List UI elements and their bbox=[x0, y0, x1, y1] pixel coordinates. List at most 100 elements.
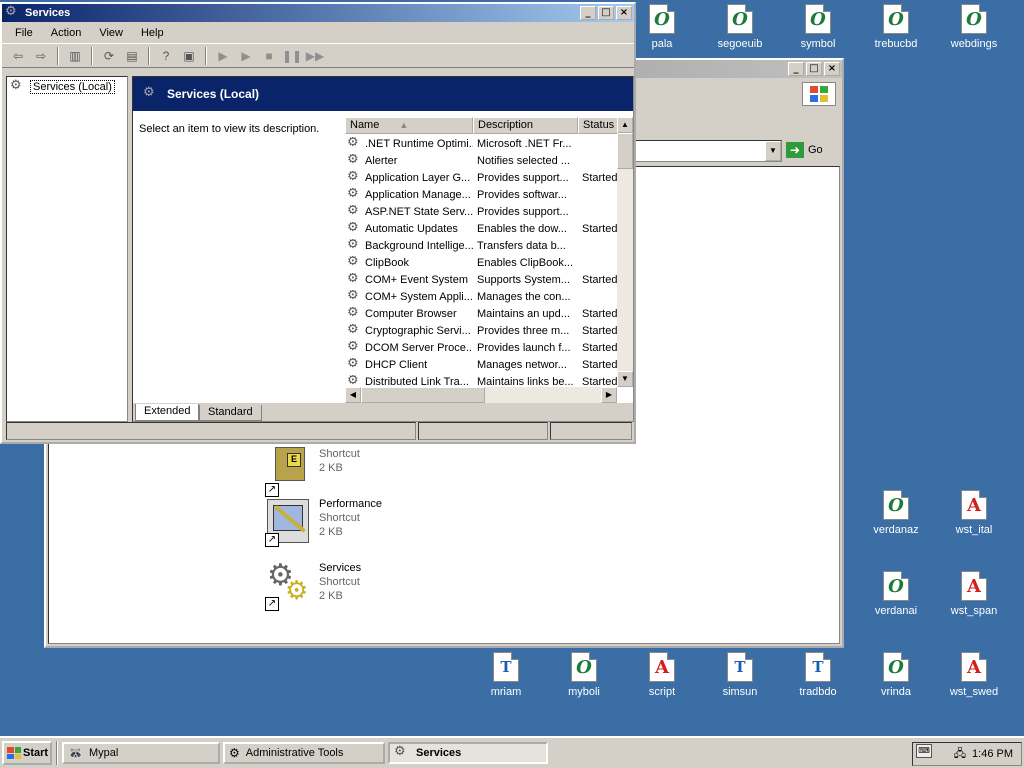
services-gear-icon bbox=[394, 744, 410, 760]
desktop-icon-symbol[interactable]: O symbol bbox=[780, 4, 856, 50]
desktop-icon-verdanaz[interactable]: O verdanaz bbox=[858, 490, 934, 536]
stop-icon[interactable]: ■ bbox=[259, 47, 279, 65]
console-tree[interactable]: Services (Local) bbox=[6, 76, 128, 422]
tree-node-services-local[interactable]: Services (Local) bbox=[10, 78, 124, 94]
service-status: Started bbox=[582, 324, 617, 337]
maximize-button[interactable]: □ bbox=[598, 6, 614, 20]
table-row[interactable]: ClipBook Enables ClipBook... bbox=[345, 254, 617, 271]
table-row[interactable]: COM+ System Appli... Manages the con... bbox=[345, 288, 617, 305]
service-name: Application Manage... bbox=[365, 188, 471, 201]
desktop-icon-wst-span[interactable]: A wst_span bbox=[936, 571, 1012, 617]
desktop-icon-myboli[interactable]: O myboli bbox=[546, 652, 622, 698]
pause-icon[interactable]: ❚❚ bbox=[282, 47, 302, 65]
shortcut-item-performance[interactable]: ↗ Performance Shortcut 2 KB bbox=[265, 497, 382, 547]
service-gear-icon bbox=[347, 188, 363, 202]
desktop-icon-label: wst_span bbox=[950, 605, 998, 617]
sort-ascending-icon: ▲ bbox=[399, 120, 409, 130]
refresh-icon[interactable]: ⟳ bbox=[99, 47, 119, 65]
minimize-button[interactable]: _ bbox=[788, 62, 804, 76]
services-titlebar[interactable]: Services _ □ × bbox=[2, 4, 634, 22]
desktop-icon-wst-ital[interactable]: A wst_ital bbox=[936, 490, 1012, 536]
service-name: Distributed Link Tra... bbox=[365, 375, 469, 388]
shortcut-item-services[interactable]: ⚙ ⚙ ↗ Services Shortcut 2 KB bbox=[265, 561, 361, 611]
maximize-button[interactable]: □ bbox=[806, 62, 822, 76]
scroll-thumb[interactable] bbox=[361, 387, 485, 403]
table-row[interactable]: Application Layer G... Provides support..… bbox=[345, 169, 617, 186]
services-window[interactable]: Services _ □ × File Action View Help ⇦ ⇨… bbox=[0, 2, 636, 444]
service-description: Manages the con... bbox=[477, 290, 571, 303]
table-row[interactable]: Application Manage... Provides softwar... bbox=[345, 186, 617, 203]
table-row[interactable]: Distributed Link Tra... Maintains links b… bbox=[345, 373, 617, 388]
details-pane: Services (Local) Select an item to view … bbox=[132, 76, 634, 422]
service-status: Started bbox=[582, 171, 617, 184]
table-row[interactable]: Cryptographic Servi... Provides three m..… bbox=[345, 322, 617, 339]
services-list[interactable]: Name ▲ Description Status .NET Runtime Op… bbox=[345, 117, 633, 403]
vertical-scrollbar[interactable]: ▲ ▼ bbox=[617, 117, 633, 387]
table-row[interactable]: Background Intellige... Transfers data b.… bbox=[345, 237, 617, 254]
service-description: Provides support... bbox=[477, 205, 569, 218]
chevron-down-icon[interactable]: ▼ bbox=[765, 141, 781, 161]
menu-help[interactable]: Help bbox=[132, 27, 173, 39]
shortcut-item[interactable]: E ↗ Shortcut 2 KB bbox=[265, 447, 360, 497]
play-icon[interactable]: ▶ bbox=[236, 47, 256, 65]
task-services[interactable]: Services bbox=[388, 742, 548, 764]
scroll-up-icon[interactable]: ▲ bbox=[617, 117, 633, 133]
desktop-icon-webdings[interactable]: O webdings bbox=[936, 4, 1012, 50]
table-row[interactable]: DCOM Server Proce... Provides launch f...… bbox=[345, 339, 617, 356]
menu-file[interactable]: File bbox=[6, 27, 42, 39]
desktop-icon-wst-swed[interactable]: A wst_swed bbox=[936, 652, 1012, 698]
desktop-icon-trebucbd[interactable]: O trebucbd bbox=[858, 4, 934, 50]
desktop-icon-verdanai[interactable]: O verdanai bbox=[858, 571, 934, 617]
play-icon[interactable]: ▶ bbox=[213, 47, 233, 65]
task-administrative-tools[interactable]: ⚙ Administrative Tools bbox=[223, 742, 385, 764]
scroll-down-icon[interactable]: ▼ bbox=[617, 371, 633, 387]
table-row[interactable]: Computer Browser Maintains an upd... Start… bbox=[345, 305, 617, 322]
service-description: Supports System... bbox=[477, 273, 570, 286]
scroll-thumb[interactable] bbox=[617, 133, 633, 169]
table-row[interactable]: DHCP Client Manages networ... Started bbox=[345, 356, 617, 373]
status-pane bbox=[6, 422, 416, 440]
clock[interactable]: 1:46 PM bbox=[972, 748, 1013, 760]
column-header-description[interactable]: Description bbox=[473, 117, 578, 134]
help-icon[interactable]: ? bbox=[156, 47, 176, 65]
table-row[interactable]: Alerter Notifies selected ... bbox=[345, 152, 617, 169]
table-row[interactable]: Automatic Updates Enables the dow... Start… bbox=[345, 220, 617, 237]
desktop-icon-simsun[interactable]: T simsun bbox=[702, 652, 778, 698]
service-gear-icon bbox=[347, 290, 363, 304]
close-button[interactable]: × bbox=[824, 62, 840, 76]
scroll-right-icon[interactable]: ▶ bbox=[601, 387, 617, 403]
description-text: Select an item to view its description. bbox=[139, 123, 320, 135]
minimize-button[interactable]: _ bbox=[580, 6, 596, 20]
go-label: Go bbox=[808, 144, 823, 156]
task-mypal[interactable]: 🦝 Mypal bbox=[62, 742, 220, 764]
show-hide-tree-icon[interactable]: ▥ bbox=[65, 47, 85, 65]
go-button[interactable]: ➜ Go bbox=[786, 142, 823, 158]
column-header-name[interactable]: Name ▲ bbox=[345, 117, 473, 134]
horizontal-scrollbar[interactable]: ◀ ▶ bbox=[345, 387, 617, 403]
menu-action[interactable]: Action bbox=[42, 27, 91, 39]
column-header-status[interactable]: Status bbox=[578, 117, 618, 134]
keyboard-icon[interactable]: ⌨ bbox=[916, 744, 932, 758]
desktop-icon-label: symbol bbox=[800, 38, 836, 50]
back-arrow-icon[interactable]: ⇦ bbox=[8, 47, 28, 65]
tab-standard[interactable]: Standard bbox=[199, 405, 262, 421]
network-icon[interactable]: 🖧 bbox=[954, 745, 966, 764]
menu-view[interactable]: View bbox=[90, 27, 132, 39]
close-button[interactable]: × bbox=[616, 6, 632, 20]
table-row[interactable]: COM+ Event System Supports System... Start… bbox=[345, 271, 617, 288]
properties-icon[interactable]: ▣ bbox=[179, 47, 199, 65]
desktop-icon-mriam[interactable]: T mriam bbox=[468, 652, 544, 698]
start-button[interactable]: Start bbox=[2, 741, 52, 765]
table-row[interactable]: ASP.NET State Serv... Provides support... bbox=[345, 203, 617, 220]
font-file-icon: O bbox=[883, 490, 909, 520]
table-row[interactable]: .NET Runtime Optimi... Microsoft .NET Fr.… bbox=[345, 135, 617, 152]
scroll-left-icon[interactable]: ◀ bbox=[345, 387, 361, 403]
forward-arrow-icon[interactable]: ⇨ bbox=[31, 47, 51, 65]
desktop-icon-tradbdo[interactable]: T tradbdo bbox=[780, 652, 856, 698]
export-list-icon[interactable]: ▤ bbox=[122, 47, 142, 65]
desktop-icon-segoeuib[interactable]: O segoeuib bbox=[702, 4, 778, 50]
desktop-icon-vrinda[interactable]: O vrinda bbox=[858, 652, 934, 698]
restart-icon[interactable]: ▶▶ bbox=[305, 47, 325, 65]
desktop-icon-script[interactable]: A script bbox=[624, 652, 700, 698]
tab-extended[interactable]: Extended bbox=[135, 404, 200, 421]
